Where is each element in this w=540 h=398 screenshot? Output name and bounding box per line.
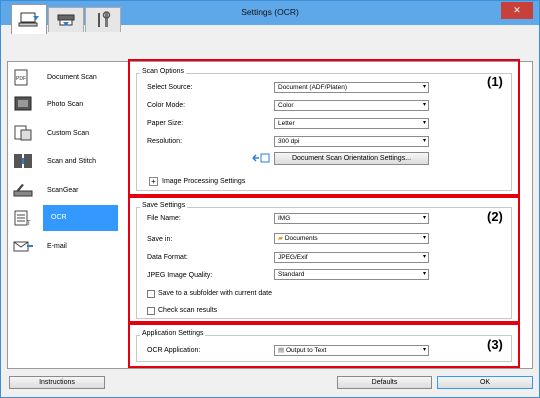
close-button[interactable]: ✕ [501, 2, 533, 19]
sidebar-item-custom-scan[interactable]: Custom Scan [9, 119, 124, 147]
app-settings-title: Application Settings [140, 330, 206, 337]
chevron-down-icon: ▾ [422, 254, 426, 260]
resolution-dropdown[interactable]: 300 dpi ▾ [274, 136, 429, 147]
callout-2: (2) [487, 209, 503, 224]
computer-scan-icon [18, 12, 39, 26]
chevron-down-icon: ▾ [422, 120, 426, 126]
sidebar-item-label: Custom Scan [47, 129, 90, 137]
sidebar-item-scan-and-stitch[interactable]: Scan and Stitch [9, 147, 124, 175]
tab-scan-from-panel[interactable] [48, 7, 84, 32]
sidebar-item-scangear[interactable]: ScanGear [9, 176, 124, 204]
custom-scan-icon [9, 122, 37, 144]
svg-text:T: T [27, 221, 31, 227]
jpeg-quality-label: JPEG Image Quality: [147, 272, 213, 279]
save-in-value: Documents [284, 235, 318, 242]
select-source-label: Select Source: [147, 84, 193, 91]
scan-options-title: Scan Options [140, 68, 187, 75]
chevron-down-icon: ▾ [422, 84, 426, 90]
file-name-label: File Name: [147, 215, 181, 222]
chevron-down-icon: ▾ [422, 215, 426, 221]
save-in-dropdown[interactable]: ▰ Documents ▾ [274, 233, 429, 244]
check-results-checkbox[interactable] [147, 307, 155, 315]
email-icon [9, 235, 37, 257]
photo-scan-icon [9, 93, 37, 115]
jpeg-quality-value: Standard [278, 271, 305, 278]
ocr-icon: T [9, 207, 37, 229]
folder-icon: ▰ [278, 235, 283, 242]
tab-scan-from-computer[interactable] [11, 4, 47, 34]
orientation-icon [251, 152, 271, 166]
sidebar-item-label: ScanGear [47, 186, 79, 194]
sidebar-item-photo-scan[interactable]: Photo Scan [9, 90, 124, 118]
sidebar-item-label: Document Scan [47, 73, 97, 81]
image-processing-label: Image Processing Settings [162, 178, 246, 185]
scangear-icon [9, 179, 37, 201]
sidebar-item-email[interactable]: E-mail [9, 232, 124, 260]
paper-size-value: Letter [278, 120, 295, 127]
settings-window: Settings (OCR) ✕ PDF Document Scan Photo… [0, 0, 540, 398]
chevron-down-icon: ▾ [422, 271, 426, 277]
document-scan-icon: PDF [9, 66, 37, 88]
callout-1: (1) [487, 74, 503, 89]
jpeg-quality-dropdown[interactable]: Standard ▾ [274, 269, 429, 280]
color-mode-dropdown[interactable]: Color ▾ [274, 100, 429, 111]
ocr-application-label: OCR Application: [147, 347, 201, 354]
defaults-button[interactable]: Defaults [337, 376, 432, 389]
subfolder-label: Save to a subfolder with current date [158, 290, 273, 297]
data-format-label: Data Format: [147, 254, 188, 261]
select-source-dropdown[interactable]: Document (ADF/Platen) ▾ [274, 82, 429, 93]
orientation-settings-button[interactable]: Document Scan Orientation Settings... [274, 152, 429, 165]
paper-size-label: Paper Size: [147, 120, 184, 127]
instructions-button[interactable]: Instructions [9, 376, 105, 389]
check-results-label: Check scan results [158, 307, 218, 314]
color-mode-value: Color [278, 102, 294, 109]
sidebar-item-label: OCR [43, 205, 118, 231]
chevron-down-icon: ▾ [422, 138, 426, 144]
file-name-value: IMG [278, 215, 291, 222]
paper-size-dropdown[interactable]: Letter ▾ [274, 118, 429, 129]
save-settings-title: Save Settings [140, 202, 188, 209]
save-in-label: Save in: [147, 236, 173, 243]
resolution-label: Resolution: [147, 138, 183, 145]
tools-icon [98, 11, 111, 27]
select-source-value: Document (ADF/Platen) [278, 84, 347, 91]
ok-button[interactable]: OK [437, 376, 533, 389]
expand-image-processing-button[interactable]: + [149, 177, 158, 186]
chevron-down-icon: ▾ [422, 347, 426, 353]
text-file-icon: ▤ [278, 347, 285, 354]
file-name-combo[interactable]: IMG ▾ [274, 213, 429, 224]
data-format-value: JPEG/Exif [278, 254, 308, 261]
data-format-dropdown[interactable]: JPEG/Exif ▾ [274, 252, 429, 263]
resolution-value: 300 dpi [278, 138, 300, 145]
sidebar-item-label: Photo Scan [47, 100, 84, 108]
sidebar-item-label: Scan and Stitch [47, 157, 97, 165]
subfolder-checkbox[interactable] [147, 290, 155, 298]
ocr-application-value: Output to Text [285, 347, 327, 354]
tab-general-settings[interactable] [85, 7, 121, 32]
ocr-application-dropdown[interactable]: ▤ Output to Text ▾ [274, 345, 429, 356]
sidebar: PDF Document Scan Photo Scan Custom Scan… [9, 63, 124, 363]
chevron-down-icon: ▾ [422, 102, 426, 108]
scanner-icon [57, 14, 75, 26]
sidebar-item-ocr[interactable]: T OCR [9, 204, 124, 232]
sidebar-item-label: E-mail [47, 242, 67, 250]
svg-text:PDF: PDF [16, 76, 26, 82]
sidebar-item-document-scan[interactable]: PDF Document Scan [9, 63, 124, 91]
scan-stitch-icon [9, 150, 37, 172]
callout-3: (3) [487, 337, 503, 352]
chevron-down-icon: ▾ [422, 235, 426, 241]
color-mode-label: Color Mode: [147, 102, 186, 109]
